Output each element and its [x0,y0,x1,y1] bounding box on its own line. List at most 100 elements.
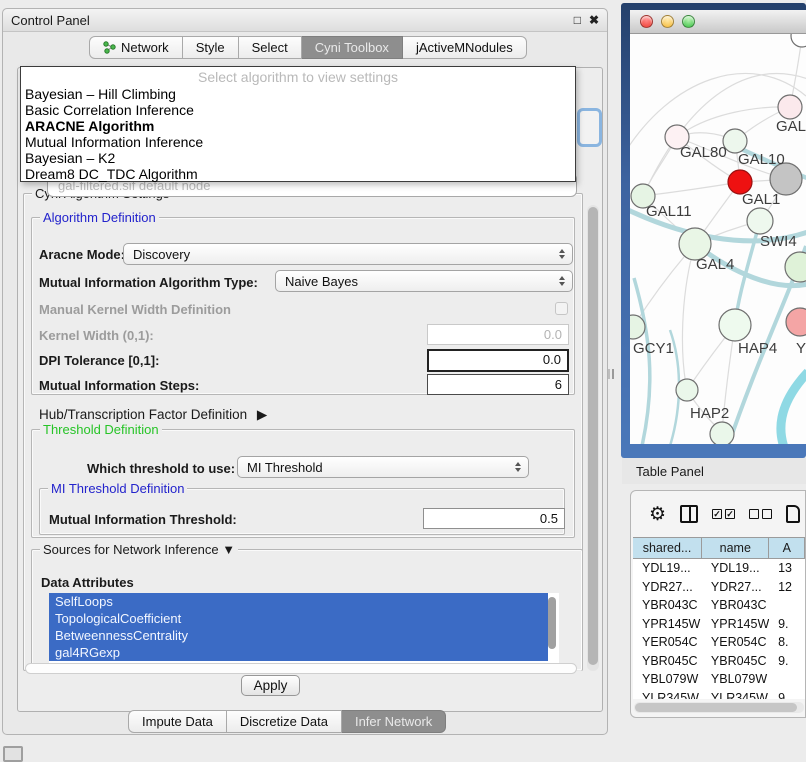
node-label: HAP4 [738,340,777,357]
minimized-panel-icon[interactable] [3,746,23,762]
settings-scrollbar[interactable] [587,205,599,671]
aracne-mode-combo[interactable]: Discovery [123,243,573,265]
algorithm-option-selected[interactable]: ARACNE Algorithm [21,118,575,134]
algorithm-definition-title: Algorithm Definition [40,210,159,225]
table-panel-title: Table Panel [622,458,806,484]
algorithm-option[interactable]: Bayesian – K2 [21,150,575,166]
table-row[interactable]: YBR045CYBR045C9. [633,652,805,671]
hub-definition-toggle[interactable]: Hub/Transcription Factor Definition ▶ [39,407,267,423]
manual-kernel-checkbox[interactable] [555,302,568,315]
table-row[interactable]: YER054CYER054C8. [633,633,805,652]
column-header-shared-name[interactable]: shared... [633,538,702,558]
node-hap2[interactable] [676,379,698,401]
collapsed-arrow-icon: ▶ [257,407,267,422]
cell: YBR045C [633,654,702,668]
mi-steps-field[interactable]: 6 [427,374,569,395]
table-row[interactable]: YPR145WYPR145W9. [633,615,805,634]
dropdown-placeholder: Select algorithm to view settings [21,69,575,86]
attribute-item[interactable]: gal4RGexp [49,644,548,661]
select-all-icon[interactable]: ✓✓ [712,509,735,519]
zoom-traffic-light-icon[interactable] [682,15,695,28]
table-toolbar: ⚙ ✓✓ [631,491,805,537]
kernel-width-label: Kernel Width (0,1): [39,328,154,343]
mi-type-combo[interactable]: Naive Bayes [275,270,573,292]
tab-discretize-data[interactable]: Discretize Data [227,710,342,733]
attribute-item[interactable]: BetweennessCentrality [49,627,548,644]
table-row[interactable]: YDL19...YDL19...13 [633,559,805,578]
combo-arrows-icon [559,276,565,286]
network-window-titlebar[interactable] [630,10,806,34]
node-green-right[interactable] [785,252,806,282]
cell: 9. [769,654,805,668]
minimize-traffic-light-icon[interactable] [661,15,674,28]
attribute-item[interactable]: SelfLoops [49,593,548,610]
horizontal-scrollbar[interactable] [25,663,577,674]
which-threshold-combo[interactable]: MI Threshold [237,456,529,478]
tab-jactivemnodules[interactable]: jActiveMNodules [403,36,527,59]
network-canvas[interactable]: GAL GAL80 GAL10 GAL1 GAL11 SWI4 GAL4 GCY… [630,34,806,444]
algorithm-option[interactable]: Basic Correlation Inference [21,102,575,118]
algorithm-option[interactable]: Mutual Information Inference [21,134,575,150]
cell: 9. [769,617,805,631]
mi-type-label: Mutual Information Algorithm Type: [39,275,258,290]
kernel-width-field[interactable]: 0.0 [427,324,569,345]
columns-icon[interactable] [680,505,698,523]
threshold-definition-title: Threshold Definition [40,422,162,437]
sources-group-title[interactable]: Sources for Network Inference ▼ [40,542,238,557]
mi-steps-label: Mutual Information Steps: [39,378,199,393]
panel-divider-grip[interactable] [608,369,614,379]
tab-infer-network[interactable]: Infer Network [342,710,446,733]
new-table-icon[interactable] [786,505,800,523]
attribute-item[interactable]: TopologicalCoefficient [49,610,548,627]
column-header-name[interactable]: name [702,538,769,558]
dpi-tolerance-field[interactable]: 0.0 [427,349,569,372]
node-table: shared... name A YDL19...YDL19...13 YDR2… [633,537,805,699]
mi-threshold-field[interactable]: 0.5 [423,508,565,529]
apply-button[interactable]: Apply [241,675,300,696]
mi-type-value: Naive Bayes [285,274,358,289]
tab-select-label: Select [252,40,288,55]
tab-select[interactable]: Select [239,36,302,59]
table-row[interactable]: YDR27...YDR27...12 [633,578,805,597]
tab-style[interactable]: Style [183,36,239,59]
column-header-clipped[interactable]: A [769,538,805,558]
node-label: GAL80 [680,144,727,161]
node-gal-partial[interactable] [778,95,802,119]
node-salmon[interactable] [786,308,806,336]
node-unlabeled[interactable] [791,34,806,47]
cell: YBR043C [702,598,769,612]
table-horizontal-scrollbar[interactable] [634,702,804,713]
control-panel-titlebar: Control Panel □ ✖ [3,9,607,32]
node-bottom[interactable] [710,422,734,444]
data-attributes-list[interactable]: SelfLoops TopologicalCoefficient Between… [49,593,559,664]
algorithm-option[interactable]: Dream8 DC_TDC Algorithm [21,166,575,182]
algorithm-combo-fragment[interactable] [577,108,602,147]
attributes-scrollbar-thumb[interactable] [548,597,556,649]
cell: YBR045C [702,654,769,668]
tab-network[interactable]: Network [89,36,183,59]
node-swi4[interactable] [747,208,773,234]
gear-icon[interactable]: ⚙ [649,505,666,524]
tab-discretize-data-label: Discretize Data [240,714,328,729]
tab-impute-data[interactable]: Impute Data [128,710,227,733]
mi-threshold-label: Mutual Information Threshold: [49,512,237,527]
settings-scrollbar-thumb[interactable] [588,207,598,665]
deselect-all-icon[interactable] [749,509,772,519]
dpi-tolerance-label: DPI Tolerance [0,1]: [39,353,159,368]
table-row[interactable]: YBL079WYBL079W [633,670,805,689]
algorithm-option[interactable]: Bayesian – Hill Climbing [21,86,575,102]
table-row[interactable]: YBR043CYBR043C [633,596,805,615]
table-hscroll-thumb[interactable] [635,703,797,712]
tab-style-label: Style [196,40,225,55]
data-attributes-label: Data Attributes [41,575,134,590]
panel-title: Control Panel [11,13,90,28]
close-window-icon[interactable]: ✖ [589,14,599,26]
float-window-icon[interactable]: □ [574,14,581,26]
cell: YLR345W [702,691,769,699]
tab-infer-network-label: Infer Network [355,714,432,729]
tab-cyni-toolbox[interactable]: Cyni Toolbox [302,36,403,59]
close-traffic-light-icon[interactable] [640,15,653,28]
table-row[interactable]: YLR345WYLR345W9. [633,689,805,700]
node-hap4[interactable] [719,309,751,341]
mi-threshold-group-title: MI Threshold Definition [48,481,187,496]
